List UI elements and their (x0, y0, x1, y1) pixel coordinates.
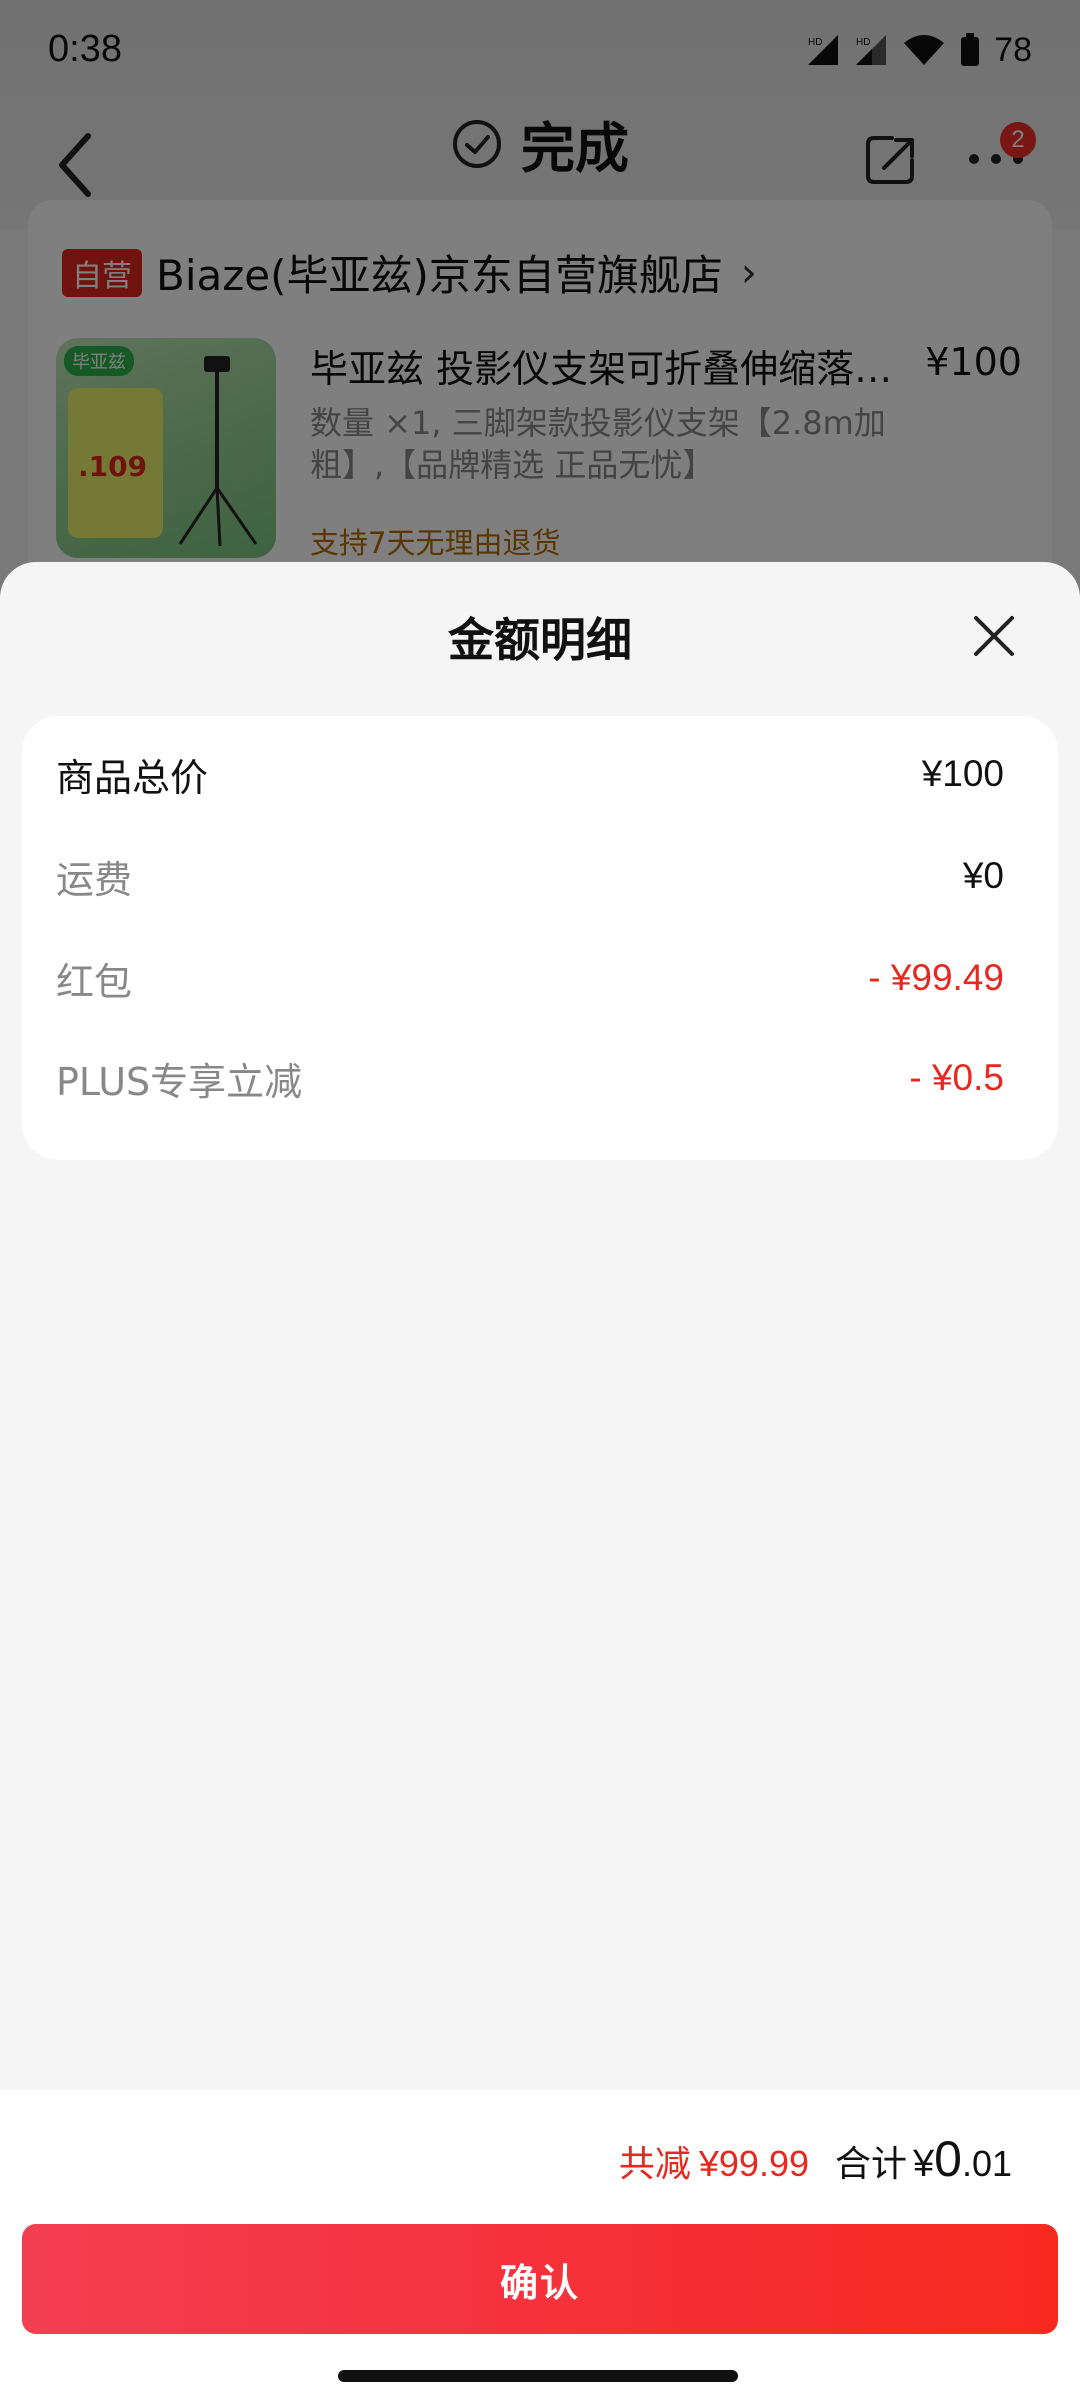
row-value: - ¥99.49 (868, 957, 1004, 998)
home-indicator[interactable] (338, 2370, 738, 2382)
total-currency: ¥ (913, 2143, 935, 2185)
summary-amounts: 共减 ¥99.99 合计 ¥ 0 .01 (619, 2130, 1012, 2188)
row-label: 运费 (56, 857, 133, 902)
row-label: 红包 (56, 959, 133, 1004)
confirm-area: 确认 (0, 2218, 1080, 2400)
detail-row-shipping: 运费 ¥0 (56, 846, 1004, 906)
detail-row-red-packet: 红包 - ¥99.49 (56, 948, 1004, 1008)
detail-row-goods-total: 商品总价 ¥100 (56, 744, 1004, 804)
row-value: ¥100 (921, 753, 1004, 794)
total-decimal: .01 (961, 2143, 1012, 2184)
total-saved-label: 共减 (618, 2144, 691, 2185)
row-value: - ¥0.5 (909, 1057, 1004, 1098)
detail-row-plus-discount: PLUS专享立减 - ¥0.5 (56, 1048, 1004, 1108)
summary-bar: 共减 ¥99.99 合计 ¥ 0 .01 (0, 2090, 1080, 2219)
close-icon[interactable] (972, 614, 1016, 658)
row-label: PLUS专享立减 (56, 1059, 303, 1104)
confirm-button[interactable]: 确认 (22, 2224, 1058, 2334)
row-value: ¥0 (962, 855, 1004, 896)
total-label: 合计 (834, 2144, 907, 2185)
total-integer: 0 (934, 2131, 962, 2187)
amount-detail-card: 商品总价 ¥100 运费 ¥0 红包 - ¥99.49 PLUS专享立减 - ¥… (22, 716, 1058, 1160)
sheet-title: 金额明细 (448, 613, 632, 667)
total-saved-amount: ¥99.99 (698, 2143, 809, 2184)
row-label: 商品总价 (56, 755, 209, 800)
